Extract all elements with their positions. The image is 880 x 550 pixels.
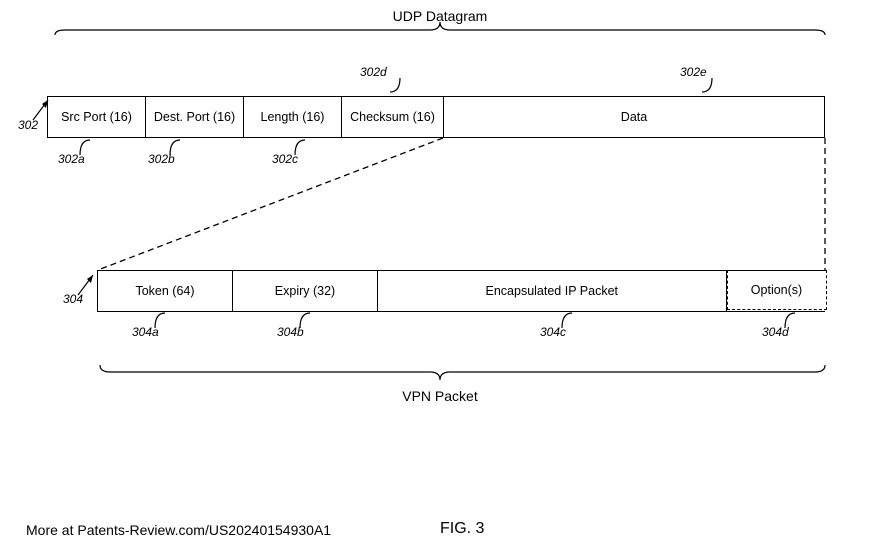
ref-304a: 304a <box>132 325 159 339</box>
ref-304: 304 <box>63 292 83 306</box>
udp-title: UDP Datagram <box>0 8 880 24</box>
figure-label: FIG. 3 <box>440 520 484 538</box>
ref-302e: 302e <box>680 65 707 79</box>
field-options: Option(s) <box>727 270 827 310</box>
field-token: Token (64) <box>98 271 233 311</box>
vpn-packet-row: Token (64) Expiry (32) Encapsulated IP P… <box>97 270 825 312</box>
field-data: Data <box>444 97 824 137</box>
field-checksum: Checksum (16) <box>342 97 444 137</box>
ref-302a: 302a <box>58 152 85 166</box>
field-src-port: Src Port (16) <box>48 97 146 137</box>
ref-302d: 302d <box>360 65 387 79</box>
field-expiry: Expiry (32) <box>233 271 378 311</box>
footer-text: More at Patents-Review.com/US20240154930… <box>26 522 331 538</box>
field-encap-ip: Encapsulated IP Packet <box>378 271 727 311</box>
ref-302c: 302c <box>272 152 298 166</box>
ref-302: 302 <box>18 118 38 132</box>
vpn-title: VPN Packet <box>0 388 880 404</box>
ref-304d: 304d <box>762 325 789 339</box>
field-dest-port: Dest. Port (16) <box>146 97 244 137</box>
ref-304c: 304c <box>540 325 566 339</box>
field-length: Length (16) <box>244 97 342 137</box>
ref-304b: 304b <box>277 325 304 339</box>
udp-datagram-row: Src Port (16) Dest. Port (16) Length (16… <box>47 96 825 138</box>
ref-302b: 302b <box>148 152 175 166</box>
